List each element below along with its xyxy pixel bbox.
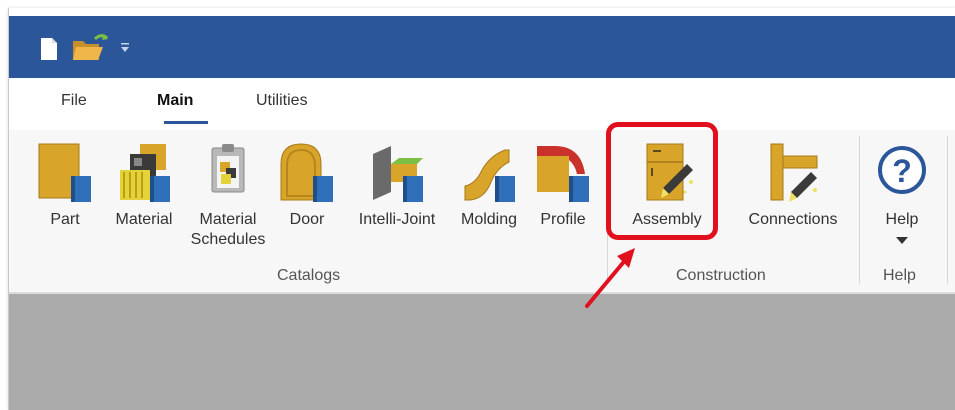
title-bar xyxy=(9,16,955,78)
annotation-arrow-icon xyxy=(585,248,635,308)
connections-button[interactable]: Connections xyxy=(737,130,849,260)
door-icon xyxy=(280,143,333,202)
group-separator xyxy=(947,136,948,284)
part-button[interactable]: Part xyxy=(37,130,93,260)
profile-icon xyxy=(537,146,589,202)
quick-access-dropdown-icon[interactable] xyxy=(120,42,130,54)
intelli-joint-button[interactable]: Intelli-Joint xyxy=(345,130,449,260)
material-schedules-label-line2: Schedules xyxy=(190,231,266,248)
ribbon: Part Material Material Schedules Door In… xyxy=(9,130,955,292)
material-label: Material xyxy=(115,211,173,228)
part-label: Part xyxy=(50,211,80,228)
door-button[interactable]: Door xyxy=(279,130,335,260)
active-tab-indicator xyxy=(164,121,208,124)
material-icon xyxy=(120,144,170,202)
material-schedules-icon xyxy=(211,144,245,193)
connections-icon xyxy=(770,143,818,202)
help-label: Help xyxy=(885,211,919,228)
group-separator xyxy=(859,136,860,284)
intelli-joint-icon xyxy=(373,146,423,202)
tab-main[interactable]: Main xyxy=(157,92,193,110)
svg-text:?: ? xyxy=(892,153,912,189)
molding-label: Molding xyxy=(460,211,518,228)
material-schedules-button[interactable]: Material Schedules xyxy=(189,130,267,260)
help-button[interactable]: ? Help xyxy=(871,130,933,260)
material-schedules-label: Material Schedules xyxy=(189,210,267,250)
help-icon: ? xyxy=(878,146,926,194)
molding-icon xyxy=(464,149,515,202)
help-dropdown-arrow-icon[interactable] xyxy=(895,236,909,246)
tab-file[interactable]: File xyxy=(61,92,87,110)
intelli-joint-label: Intelli-Joint xyxy=(358,211,436,228)
connections-label: Connections xyxy=(748,211,838,228)
profile-label: Profile xyxy=(540,211,586,228)
material-button[interactable]: Material xyxy=(107,130,181,260)
molding-button[interactable]: Molding xyxy=(451,130,527,260)
group-label-help: Help xyxy=(883,267,916,284)
app-window: File Main Utilities Part Material Materi… xyxy=(8,8,955,410)
group-label-catalogs: Catalogs xyxy=(277,267,341,284)
part-icon xyxy=(38,143,91,202)
group-label-construction: Construction xyxy=(676,267,766,284)
door-label: Door xyxy=(289,211,325,228)
workspace-area[interactable] xyxy=(9,294,955,410)
open-folder-icon[interactable] xyxy=(71,33,111,63)
material-schedules-label-line1: Material xyxy=(199,211,257,228)
assembly-highlight-box xyxy=(606,122,718,240)
ribbon-tabs: File Main Utilities xyxy=(9,92,955,128)
tab-utilities[interactable]: Utilities xyxy=(256,92,308,110)
new-document-icon[interactable] xyxy=(39,37,59,61)
